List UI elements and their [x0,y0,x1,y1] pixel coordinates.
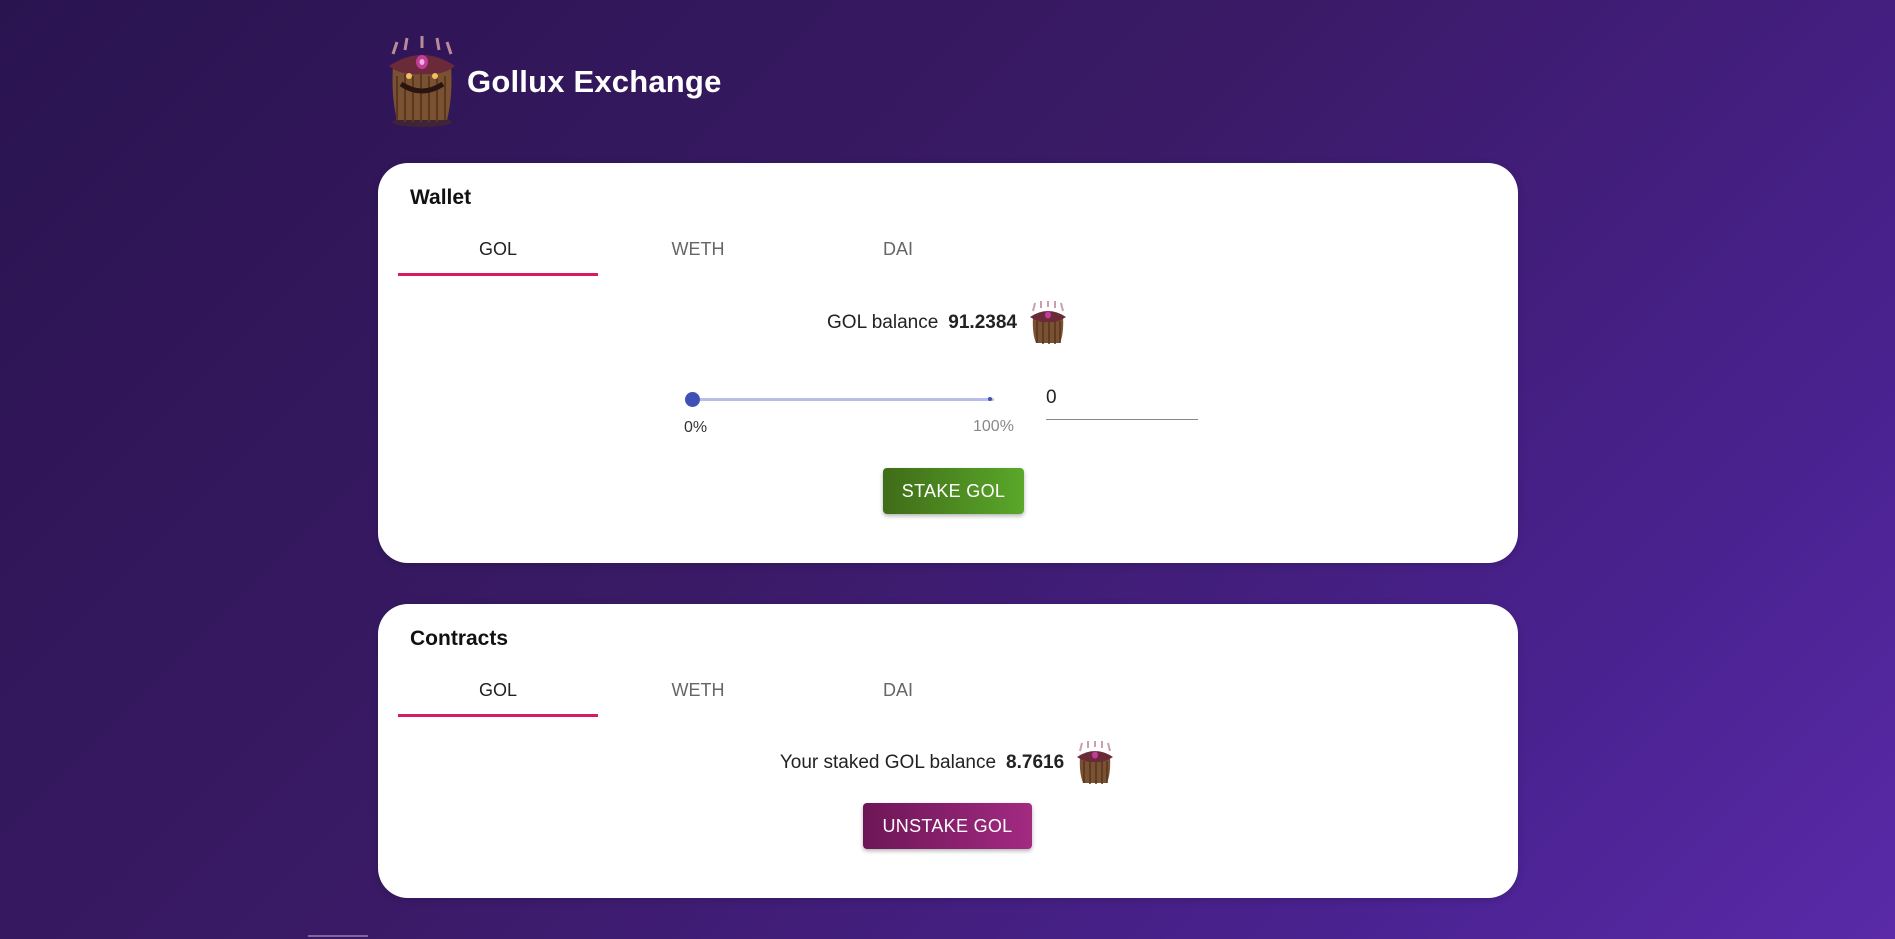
wallet-tab-weth[interactable]: WETH [598,225,798,276]
page-scroll-hint [308,935,368,937]
stake-percent-slider[interactable]: 0% [684,383,994,443]
staked-balance-label: Your staked GOL balance [779,752,997,773]
contracts-title: Contracts [410,627,509,650]
staked-balance-row: Your staked GOL balance 8.7616 [378,741,1518,785]
gol-balance-label: GOL balance [827,312,939,333]
wallet-tab-dai[interactable]: DAI [798,225,998,276]
wallet-title: Wallet [410,186,472,209]
app-title: Gollux Exchange [467,64,722,99]
gol-token-icon [1077,741,1114,784]
contracts-tabs: GOL WETH DAI [398,666,998,717]
wallet-tab-gol[interactable]: GOL [398,225,598,276]
slider-thumb[interactable] [685,392,700,407]
unstake-gol-button[interactable]: UNSTAKE GOL [863,803,1032,849]
gol-balance-value: 91.2384 [948,312,1017,333]
gol-token-icon [1029,301,1066,344]
app-header: Gollux Exchange [383,36,722,128]
wallet-card: Wallet GOL WETH DAI GOL balance 91.2384 … [378,163,1518,563]
wallet-tabs: GOL WETH DAI [398,225,998,276]
slider-max-label: 100% [973,418,1014,435]
stake-amount-input[interactable] [1046,381,1198,420]
contracts-tab-dai[interactable]: DAI [798,666,998,717]
stake-gol-button[interactable]: STAKE GOL [883,468,1024,514]
slider-end-dot [988,397,992,401]
contracts-card: Contracts GOL WETH DAI Your staked GOL b… [378,604,1518,898]
contracts-tab-gol[interactable]: GOL [398,666,598,717]
gol-balance-row: GOL balance 91.2384 [378,301,1518,345]
contracts-tab-weth[interactable]: WETH [598,666,798,717]
staked-balance-value: 8.7616 [1006,752,1065,773]
gollux-monster-icon [389,36,455,127]
slider-min-label: 0% [684,419,708,436]
slider-track[interactable] [692,398,994,401]
